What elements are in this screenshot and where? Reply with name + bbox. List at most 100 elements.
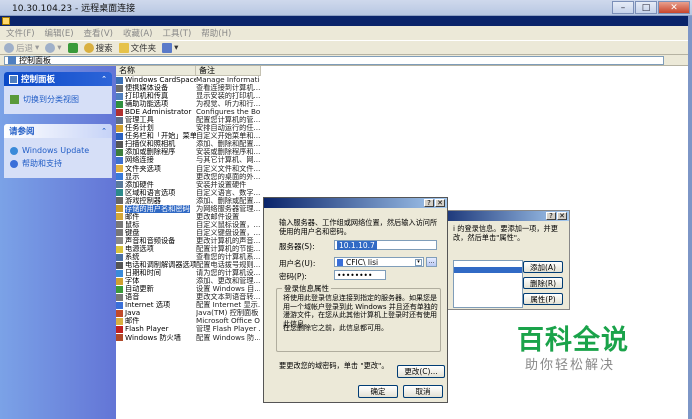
close-button[interactable]: ✕ xyxy=(557,212,567,220)
remove-button[interactable]: 删除(R) xyxy=(523,277,563,289)
list-item[interactable]: 区域和语言选项 自定义语言、数字... xyxy=(116,189,260,197)
maximize-button[interactable]: □ xyxy=(635,1,657,14)
list-item[interactable]: 网络连接 与其它计算机、网... xyxy=(116,156,260,164)
item-icon xyxy=(116,116,123,124)
cancel-button[interactable]: 取消 xyxy=(403,385,443,398)
list-item[interactable]: Windows 防火墙 配置 Windows 防... xyxy=(116,334,260,342)
item-name: Windows CardSpace xyxy=(125,76,196,85)
forward-button[interactable]: ▾ xyxy=(45,42,62,53)
list-item[interactable]: 扫描仪和照相机 添加、删除和配置... xyxy=(116,140,260,148)
list-item[interactable]: 鼠标 自定义鼠标设置，... xyxy=(116,221,260,229)
item-name-cell: 管理工具 xyxy=(116,116,196,124)
list-item[interactable]: 日期和时间 请为您的计算机设... xyxy=(116,269,260,277)
list-item[interactable]: 键盘 自定义键盘设置，... xyxy=(116,229,260,237)
chevron-down-icon[interactable]: ▾ xyxy=(415,258,422,266)
item-icon xyxy=(116,269,123,277)
item-name: 系统 xyxy=(125,253,140,262)
item-name: 声音和音频设备 xyxy=(125,236,176,245)
list-item[interactable]: 显示 更改您的桌面的外... xyxy=(116,173,260,181)
password-input[interactable]: •••••••• xyxy=(334,270,386,280)
menu-item[interactable]: 编辑(E) xyxy=(45,27,74,39)
up-button[interactable] xyxy=(67,42,78,53)
credentials-list[interactable] xyxy=(453,260,523,308)
list-item[interactable]: 管理工具 配置您计算机的管... xyxy=(116,116,260,124)
list-item[interactable]: 系统 查看您的计算机系... xyxy=(116,253,260,261)
menu-item[interactable]: 文件(F) xyxy=(6,27,35,39)
control-panel-icon xyxy=(9,74,18,84)
collapse-chevron-icon[interactable]: ⌃ xyxy=(101,127,107,135)
item-comment: 配置计算机的节能... xyxy=(196,245,260,253)
list-item[interactable]: 电话和调制解调器选项 配置电话拨号规则... xyxy=(116,261,260,269)
help-button[interactable]: ? xyxy=(424,199,434,207)
change-password-note: 要更改您的域密码，单击 "更改"。 xyxy=(279,361,389,370)
close-button[interactable]: ✕ xyxy=(658,1,690,14)
item-name-cell: 存储的用户名和密码 xyxy=(116,204,196,213)
item-name: BDE Administrator xyxy=(125,108,192,117)
see-also-header[interactable]: 请参阅 ⌃ xyxy=(4,124,112,138)
name-column-header[interactable]: 名称 xyxy=(116,66,196,76)
list-item[interactable]: Flash Player 管理 Flash Player ... xyxy=(116,325,260,333)
list-item[interactable]: 字体 添加、更改和管理... xyxy=(116,277,260,285)
help-button[interactable]: ? xyxy=(546,212,556,220)
list-item[interactable]: 存储的用户名和密码 为网络服务器管理... xyxy=(116,204,260,213)
menu-item[interactable]: 帮助(H) xyxy=(201,27,231,39)
change-button[interactable]: 更改(C)... xyxy=(397,365,445,378)
list-item[interactable]: 电源选项 配置计算机的节能... xyxy=(116,245,260,253)
item-name-cell: 任务计划 xyxy=(116,124,196,132)
address-field[interactable]: 控制面板 xyxy=(4,55,664,65)
address-bar: 控制面板 xyxy=(0,55,692,66)
item-comment: 设置 Windows 自... xyxy=(196,285,260,294)
list-item[interactable]: 添加硬件 安装并设置硬件 xyxy=(116,181,260,189)
list-item[interactable]: 辅助功能选项 为视觉、听力和行... xyxy=(116,100,260,108)
list-item[interactable]: 任务计划 安排自动运行的任... xyxy=(116,124,260,132)
windows-update-link[interactable]: Windows Update xyxy=(10,146,106,155)
back-button[interactable]: 后退 ▾ xyxy=(4,42,39,54)
help-support-link[interactable]: 帮助和支持 xyxy=(10,158,106,169)
item-comment: 安装并设置硬件 xyxy=(196,180,247,189)
item-icon xyxy=(116,205,123,213)
item-comment: 配置 Windows 防... xyxy=(196,333,260,342)
list-item[interactable]: Java Java(TM) 控制面板 xyxy=(116,309,260,317)
list-item[interactable]: 声音和音频设备 更改计算机的声音... xyxy=(116,237,260,245)
list-item[interactable]: 添加或删除程序 安装或删除程序和... xyxy=(116,148,260,156)
rdp-title: 10.30.104.23 - 远程桌面连接 xyxy=(12,4,136,14)
search-button[interactable]: 搜索 xyxy=(83,42,113,54)
list-item[interactable]: BDE Administrator Configures the Borl... xyxy=(116,108,260,116)
comment-column-header[interactable]: 备注 xyxy=(196,66,261,76)
item-name-cell: 系统 xyxy=(116,253,196,261)
list-item[interactable]: Internet 选项 配置 Internet 显示... xyxy=(116,301,260,309)
list-item[interactable]: 文件夹选项 自定义文件和文件... xyxy=(116,165,260,173)
menu-item[interactable]: 收藏(A) xyxy=(123,27,152,39)
item-comment: 与其它计算机、网... xyxy=(196,156,260,165)
server-input[interactable]: 10.1.10.7 xyxy=(334,240,437,250)
list-item[interactable]: Windows CardSpaceManage Informatio... xyxy=(116,76,260,84)
control-panel-header[interactable]: 控制面板 ⌃ xyxy=(4,72,112,86)
collapse-chevron-icon[interactable]: ⌃ xyxy=(101,75,107,83)
properties-button[interactable]: 属性(P) xyxy=(523,293,563,305)
list-item[interactable]: 打印机和传真 显示安装的打印机... xyxy=(116,92,260,100)
browse-button[interactable]: … xyxy=(426,257,437,267)
list-item[interactable]: 任务栏和「开始」菜单 自定义开始菜单和... xyxy=(116,132,260,140)
add-button[interactable]: 添加(A) xyxy=(523,261,563,273)
folders-button[interactable]: 文件夹 xyxy=(118,42,156,54)
item-icon xyxy=(116,148,123,156)
ok-button[interactable]: 确定 xyxy=(358,385,398,398)
item-name-cell: 游戏控制器 xyxy=(116,197,196,205)
menu-item[interactable]: 查看(V) xyxy=(84,27,113,39)
views-button[interactable]: ▾ xyxy=(162,42,178,53)
item-name: 辅助功能选项 xyxy=(125,100,169,109)
item-name: 任务栏和「开始」菜单 xyxy=(125,132,196,141)
list-item[interactable]: 便携媒体设备 查看连接到计算机... xyxy=(116,84,260,92)
list-item[interactable]: 邮件 Microsoft Office Ou... xyxy=(116,317,260,325)
minimize-button[interactable]: – xyxy=(612,1,634,14)
selected-credential[interactable] xyxy=(454,267,522,273)
list-item[interactable]: 语音 更改文本到语音转... xyxy=(116,293,260,301)
switch-category-view-link[interactable]: 切换到分类视图 xyxy=(10,94,106,105)
list-item[interactable]: 自动更新 设置 Windows 自... xyxy=(116,285,260,293)
list-item[interactable]: 邮件 更改邮件设置 xyxy=(116,213,260,221)
close-button[interactable]: ✕ xyxy=(435,199,445,207)
menu-item[interactable]: 工具(T) xyxy=(162,27,191,39)
list-item[interactable]: 游戏控制器 添加、删除或配置... xyxy=(116,197,260,205)
item-name-cell: 任务栏和「开始」菜单 xyxy=(116,132,196,140)
username-input[interactable]: CFIC\ lisi ▾ xyxy=(334,257,424,267)
